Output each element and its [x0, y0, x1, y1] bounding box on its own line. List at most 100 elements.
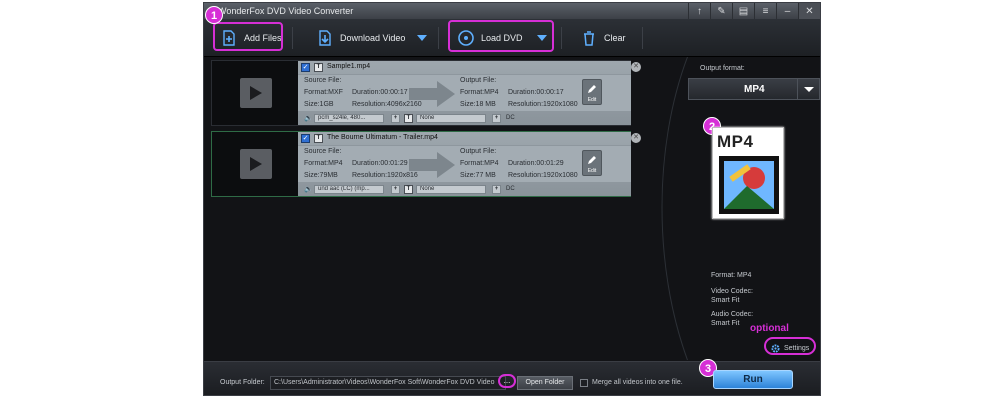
- browse-highlight: [498, 374, 516, 388]
- minimize-icon[interactable]: –: [776, 3, 798, 19]
- window-title: WonderFox DVD Video Converter: [218, 6, 354, 16]
- file-info: Source File: Format:MP4 Duration:00:01:2…: [298, 145, 631, 183]
- output-resolution: Resolution:1920x1080: [508, 101, 578, 108]
- output-format: Format:MP4: [460, 89, 499, 96]
- add-subtitle-icon[interactable]: +: [492, 114, 501, 123]
- file-tag: DC: [506, 186, 515, 192]
- audio-codec-value: Smart Fit: [711, 320, 740, 327]
- add-files-highlight: [213, 22, 283, 51]
- audio-icon: 🔈: [304, 186, 313, 193]
- toolbar-divider: [561, 27, 562, 49]
- brush-icon[interactable]: ✎: [710, 3, 732, 19]
- download-video-button[interactable]: Download Video: [316, 23, 405, 53]
- subtitle-icon: T: [404, 185, 413, 194]
- add-subtitle-icon[interactable]: +: [492, 185, 501, 194]
- settings-label: Settings: [784, 345, 810, 352]
- audio-track-select[interactable]: pcm_s24le, 480...: [314, 114, 384, 123]
- download-icon: [319, 30, 331, 46]
- upload-icon[interactable]: ↑: [688, 3, 710, 19]
- settings-button[interactable]: Settings: [771, 344, 809, 353]
- subtitle-icon: T: [404, 114, 413, 123]
- file-tag: DC: [506, 115, 515, 121]
- output-duration: Duration:00:01:29: [508, 160, 564, 167]
- clear-label: Clear: [604, 33, 626, 43]
- add-audio-icon[interactable]: +: [391, 185, 400, 194]
- gear-icon: [771, 344, 780, 353]
- rename-icon[interactable]: T: [314, 63, 323, 72]
- edit-icon: [588, 156, 596, 164]
- clear-button[interactable]: Clear: [580, 23, 626, 53]
- remove-file-icon[interactable]: ✕: [631, 133, 641, 143]
- edit-button[interactable]: Edit: [582, 150, 602, 176]
- file-card: ✓ T The Bourne Ultimatum - Trailer.mp4 ✕…: [298, 132, 641, 196]
- add-audio-icon[interactable]: +: [391, 114, 400, 123]
- play-icon[interactable]: [240, 149, 272, 179]
- merge-label: Merge all videos into one file.: [592, 379, 683, 386]
- subtitle-select[interactable]: None: [416, 114, 486, 123]
- close-icon[interactable]: ✕: [798, 3, 820, 19]
- video-codec-label: Video Codec:: [711, 288, 753, 295]
- rename-icon[interactable]: T: [314, 134, 323, 143]
- output-format-label: Output format:: [700, 65, 745, 72]
- source-duration: Duration:00:00:17: [352, 89, 408, 96]
- audio-codec-label: Audio Codec:: [711, 311, 754, 318]
- source-format: Format:MP4: [304, 160, 343, 167]
- file-checkbox[interactable]: ✓: [301, 63, 310, 72]
- file-info: Source File: Format:MXF Duration:00:00:1…: [298, 74, 631, 112]
- edit-label: Edit: [587, 168, 597, 174]
- edit-label: Edit: [587, 97, 597, 103]
- file-item[interactable]: ✓ T The Bourne Ultimatum - Trailer.mp4 ✕…: [211, 131, 641, 197]
- file-item[interactable]: ✓ T Sample1.mp4 ✕ Source File: Format:MX…: [211, 60, 641, 126]
- mp4-icon-text: MP4: [717, 132, 754, 151]
- output-folder-path[interactable]: C:\Users\Administrator\Videos\WonderFox …: [270, 376, 506, 390]
- source-label: Source File:: [304, 148, 342, 155]
- film-strip-icon: [719, 156, 779, 214]
- run-button[interactable]: Run: [713, 370, 793, 389]
- track-bar: 🔈 und aac (LC) (mp... + T None + DC: [298, 184, 631, 195]
- audio-track-select[interactable]: und aac (LC) (mp...: [314, 185, 384, 194]
- source-format: Format:MXF: [304, 89, 343, 96]
- download-dropdown-icon[interactable]: [417, 34, 427, 42]
- video-thumbnail[interactable]: [212, 61, 298, 125]
- source-size: Size:79MB: [304, 172, 338, 179]
- output-label: Output File:: [460, 148, 497, 155]
- video-codec-value: Smart Fit: [711, 297, 740, 304]
- chat-icon[interactable]: ▤: [732, 3, 754, 19]
- merge-checkbox[interactable]: [580, 379, 588, 387]
- play-icon[interactable]: [240, 78, 272, 108]
- output-folder-label: Output Folder:: [220, 379, 265, 386]
- output-size: Size:77 MB: [460, 172, 496, 179]
- source-resolution: Resolution:1920x816: [352, 172, 418, 179]
- file-name: Sample1.mp4: [327, 63, 371, 70]
- output-duration: Duration:00:00:17: [508, 89, 564, 96]
- audio-icon: 🔈: [304, 115, 313, 122]
- output-format-select[interactable]: MP4: [688, 78, 820, 100]
- output-resolution: Resolution:1920x1080: [508, 172, 578, 179]
- load-dvd-highlight: [448, 20, 554, 52]
- format-dropdown-icon[interactable]: [797, 79, 819, 99]
- edit-icon: [588, 85, 596, 93]
- toolbar-divider: [438, 27, 439, 49]
- subtitle-select[interactable]: None: [416, 185, 486, 194]
- optional-annotation: optional: [750, 323, 789, 334]
- download-video-label: Download Video: [340, 33, 406, 43]
- file-name: The Bourne Ultimatum - Trailer.mp4: [327, 134, 438, 141]
- window-controls: ↑ ✎ ▤ ≡ – ✕: [688, 3, 820, 19]
- video-thumbnail[interactable]: [212, 132, 298, 196]
- step-1-badge: 1: [205, 6, 223, 24]
- track-bar: 🔈 pcm_s24le, 480... + T None + DC: [298, 113, 631, 124]
- panel-divider: [661, 57, 704, 360]
- toolbar-divider: [642, 27, 643, 49]
- menu-icon[interactable]: ≡: [754, 3, 776, 19]
- convert-arrow-icon: [409, 81, 455, 107]
- open-folder-button[interactable]: Open Folder: [517, 376, 573, 390]
- spec-format: Format: MP4: [711, 272, 752, 279]
- edit-button[interactable]: Edit: [582, 79, 602, 105]
- output-size: Size:18 MB: [460, 101, 496, 108]
- mp4-format-icon[interactable]: MP4: [712, 127, 784, 219]
- file-checkbox[interactable]: ✓: [301, 134, 310, 143]
- source-size: Size:1GB: [304, 101, 334, 108]
- remove-file-icon[interactable]: ✕: [631, 62, 641, 72]
- toolbar-divider: [292, 27, 293, 49]
- convert-arrow-icon: [409, 152, 455, 178]
